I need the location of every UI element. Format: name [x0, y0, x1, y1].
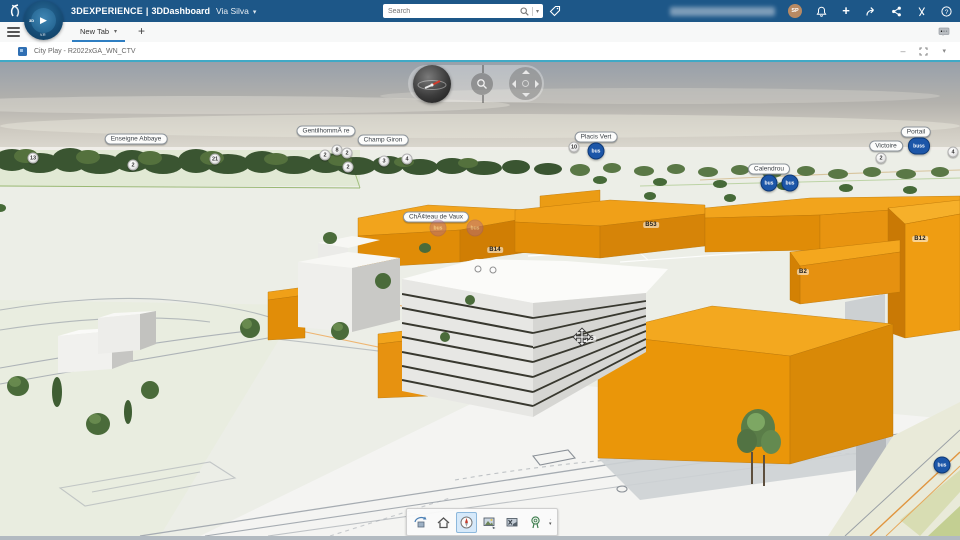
share-nodes-icon[interactable] [890, 5, 902, 17]
home-view-button[interactable] [433, 512, 454, 533]
bottom-strip [0, 536, 960, 540]
chevron-down-icon[interactable]: ▾ [253, 8, 257, 16]
chevron-down-icon: ▾ [549, 520, 552, 527]
compass-icon [460, 516, 473, 528]
brand-separator: | [145, 6, 149, 16]
cluster-marker[interactable]: 13 [27, 152, 39, 164]
building-label[interactable]: B2 [796, 269, 810, 275]
compass-tool-button[interactable] [456, 511, 477, 533]
play-icon[interactable]: ▶ [31, 8, 56, 33]
place-label[interactable]: GentilhommÃ re [296, 125, 356, 137]
award-button[interactable] [525, 512, 546, 533]
pan-left-icon[interactable] [512, 79, 516, 88]
vertex-marker[interactable] [489, 266, 497, 274]
tab-label: New Tab [80, 26, 110, 36]
bus-stop-marker[interactable]: bus [933, 456, 951, 474]
pan-right-icon[interactable] [535, 79, 539, 88]
zoom-control[interactable] [471, 64, 493, 103]
app-title: 3DEXPERIENCE | 3DDashboard Via Silva ▾ [71, 6, 256, 16]
award-icon [531, 515, 540, 528]
city-3d-viewport[interactable]: Enseigne Abbaye GentilhommÃ re Champ Giron… [0, 62, 960, 536]
building-label[interactable]: B53 [643, 222, 659, 228]
cluster-marker[interactable]: 10 [568, 141, 580, 153]
manipulation-icon [414, 516, 427, 527]
place-label[interactable]: Placis Vert [574, 131, 618, 143]
compass-sphere[interactable] [413, 64, 451, 103]
divider [531, 6, 533, 16]
viewer-toolbar: · ▾ [406, 508, 558, 536]
tab-new-tab[interactable]: New Tab ▾ [72, 22, 126, 42]
app-name: 3DDashboard [151, 6, 210, 16]
avatar[interactable]: SP [788, 4, 802, 18]
compass-3d-label: 3D [29, 18, 35, 23]
maximize-icon[interactable] [919, 46, 929, 56]
cluster-marker[interactable]: 2 [341, 147, 353, 159]
bus-stop-marker[interactable]: bus [429, 219, 447, 237]
vertex-marker[interactable] [474, 265, 482, 273]
place-label[interactable]: Enseigne Abbaye [104, 133, 168, 145]
manipulation-tool-button[interactable] [410, 512, 431, 533]
widget-header: City Play - R2022xGA_WN_CTV – ▾ [0, 42, 960, 62]
top-bar: 3DEXPERIENCE | 3DDashboard Via Silva ▾ ▾… [0, 0, 960, 22]
screenshot-button[interactable] [479, 512, 500, 533]
screenshot-icon [483, 517, 496, 529]
dassault-logo[interactable] [7, 3, 23, 19]
bus-stop-marker[interactable]: buss [908, 137, 930, 155]
bus-stop-marker[interactable]: bus [466, 219, 484, 237]
pan-up-icon[interactable] [521, 70, 530, 74]
city-play-app-icon [18, 46, 27, 56]
bus-stop-marker[interactable]: bus [781, 174, 799, 192]
3ds-apps-icon[interactable] [915, 5, 927, 17]
place-label[interactable]: Portail [900, 126, 932, 138]
pan-down-icon[interactable] [521, 93, 530, 97]
bus-stop-marker[interactable]: bus [760, 174, 778, 192]
user-name-blurred [670, 6, 775, 16]
svg-text:?: ? [944, 8, 948, 15]
tag-icon[interactable] [549, 5, 561, 17]
view-navigation-controls [408, 64, 544, 103]
chevron-down-icon[interactable]: ▾ [942, 47, 946, 55]
image-export-icon [506, 517, 518, 526]
widget-title: City Play - R2022xGA_WN_CTV [34, 47, 136, 55]
notifications-bell-icon[interactable] [815, 5, 827, 17]
home-icon [437, 516, 450, 528]
add-content-icon[interactable]: + [840, 4, 852, 17]
search-input[interactable] [383, 7, 520, 15]
brand-name: 3DEXPERIENCE [71, 6, 143, 16]
menu-hamburger-icon[interactable] [7, 27, 20, 37]
cluster-marker[interactable]: 21 [209, 153, 221, 165]
magnifier-icon [477, 78, 487, 89]
bus-stop-marker[interactable]: bus [587, 142, 605, 160]
comments-icon[interactable] [938, 27, 950, 37]
place-label[interactable]: Victoire [869, 140, 903, 152]
building-label[interactable]: B12 [912, 236, 928, 242]
help-icon[interactable]: ? [940, 5, 952, 17]
tab-bar: New Tab ▾ + [0, 22, 960, 43]
dashboard-name[interactable]: Via Silva [216, 6, 249, 16]
compass-vr-label: V.R [40, 33, 46, 37]
cluster-marker[interactable]: 3 [378, 155, 390, 167]
minimize-icon[interactable]: – [900, 47, 905, 56]
toolbar-more-button[interactable]: · ▾ [549, 517, 554, 527]
pan-center-icon [522, 80, 529, 87]
cluster-marker[interactable]: 2 [342, 161, 354, 173]
place-label[interactable]: Calendrou [748, 163, 790, 175]
search-bar[interactable]: ▾ [383, 4, 543, 18]
search-options-chevron-icon[interactable]: ▾ [536, 8, 539, 15]
add-tab-button[interactable]: + [138, 24, 145, 38]
chevron-down-icon[interactable]: ▾ [114, 28, 117, 35]
cluster-marker[interactable]: 4 [401, 153, 413, 165]
image-export-button[interactable] [502, 512, 523, 533]
share-arrow-icon[interactable] [865, 5, 877, 17]
compass-badge[interactable]: ▶ 3D V.R [24, 1, 63, 40]
pan-control[interactable] [509, 67, 542, 100]
cluster-marker[interactable]: 4 [947, 146, 959, 158]
cluster-marker[interactable]: 2 [319, 149, 331, 161]
cluster-marker[interactable]: 2 [875, 152, 887, 164]
cluster-marker[interactable]: 2 [127, 159, 139, 171]
search-icon[interactable] [520, 6, 529, 16]
place-label[interactable]: Champ Giron [357, 134, 409, 146]
move-gizmo[interactable] [572, 327, 592, 347]
building-label[interactable]: B14 [487, 247, 503, 253]
